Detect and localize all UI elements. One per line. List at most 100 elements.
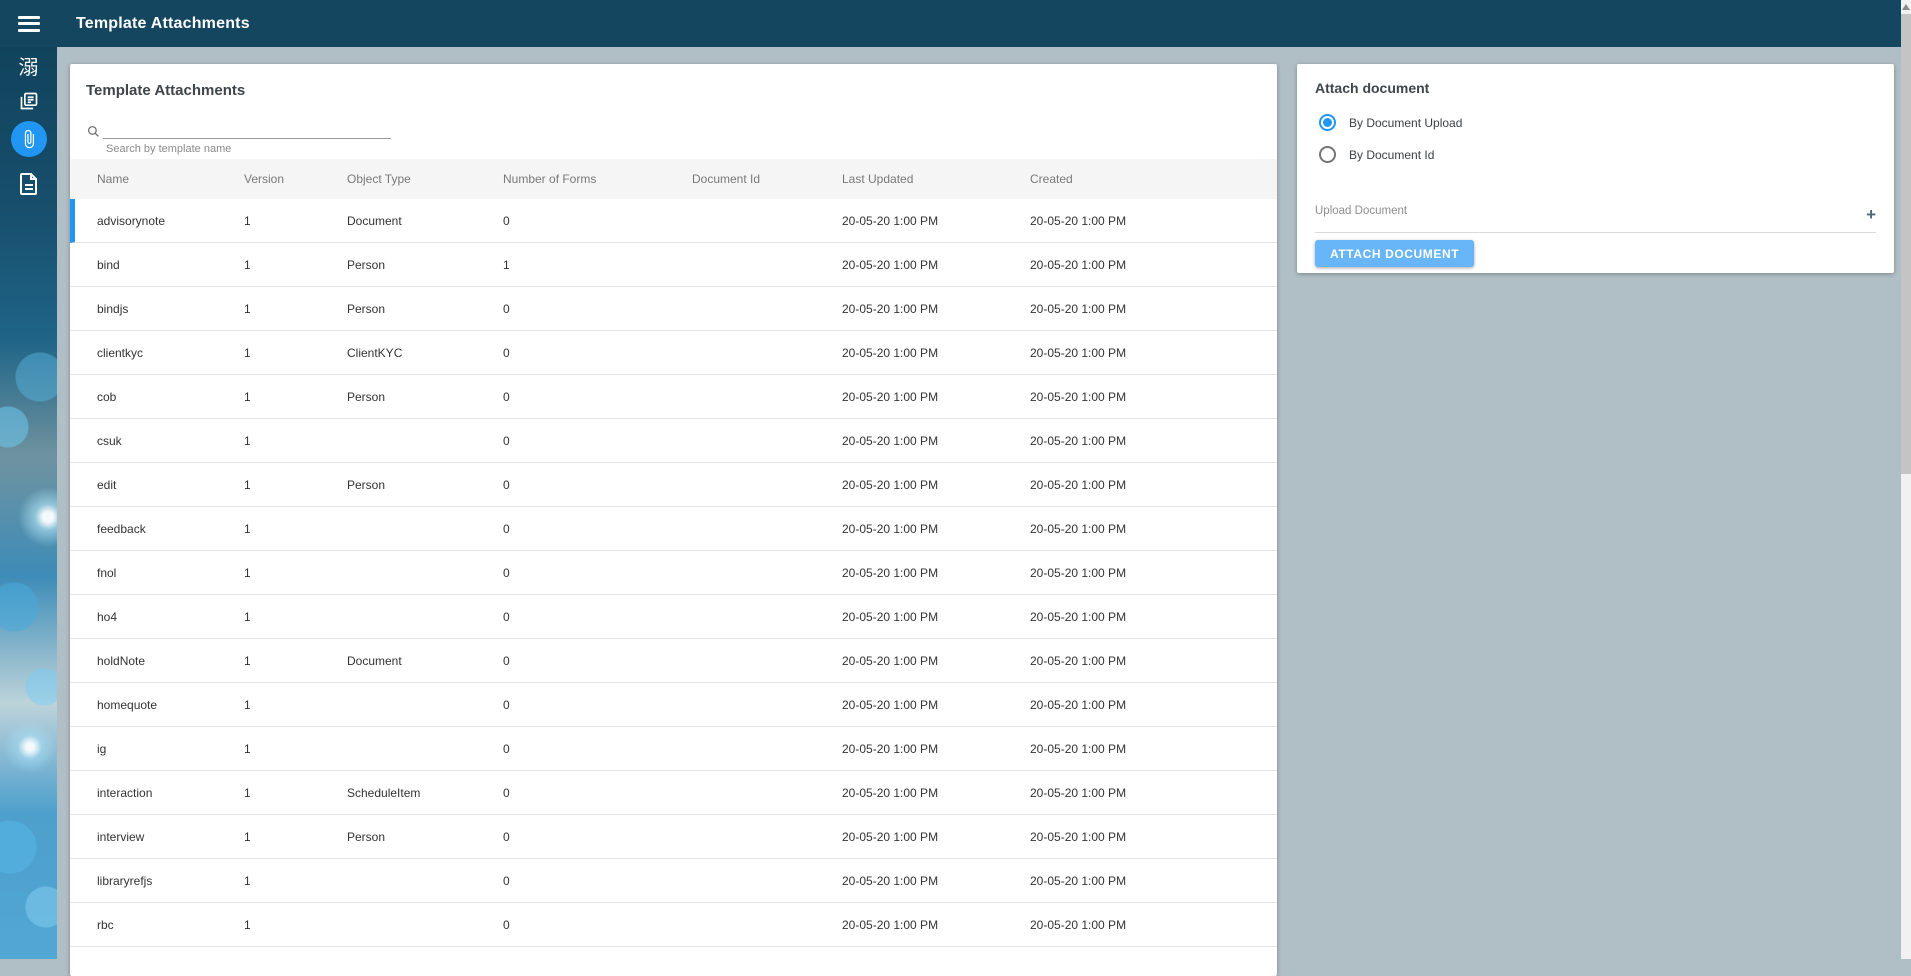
cell-name: interaction <box>97 786 244 800</box>
cell-created: 20-05-20 1:00 PM <box>1030 390 1261 404</box>
sidebar: 溺 <box>0 47 57 959</box>
cell-version: 1 <box>244 654 347 668</box>
cell-created: 20-05-20 1:00 PM <box>1030 830 1261 844</box>
cell-created: 20-05-20 1:00 PM <box>1030 566 1261 580</box>
cell-version: 1 <box>244 214 347 228</box>
cell-version: 1 <box>244 698 347 712</box>
cell-last-updated: 20-05-20 1:00 PM <box>842 258 1030 272</box>
cell-version: 1 <box>244 874 347 888</box>
cell-number-of-forms: 0 <box>503 830 692 844</box>
logo-glyph-icon[interactable]: 溺 <box>0 58 57 78</box>
cell-created: 20-05-20 1:00 PM <box>1030 786 1261 800</box>
attach-panel-title: Attach document <box>1297 64 1894 96</box>
search-placeholder-label: Search by template name <box>106 143 231 155</box>
cell-name: csuk <box>97 434 244 448</box>
cell-created: 20-05-20 1:00 PM <box>1030 522 1261 536</box>
cell-last-updated: 20-05-20 1:00 PM <box>842 566 1030 580</box>
table-row[interactable]: holdNote 1 Document 0 20-05-20 1:00 PM 2… <box>70 639 1277 683</box>
page-title: Template Attachments <box>76 15 250 33</box>
search-block: Search by template name <box>86 107 1261 159</box>
cell-name: fnol <box>97 566 244 580</box>
col-header-name[interactable]: Name <box>97 172 244 186</box>
col-header-last-updated[interactable]: Last Updated <box>842 172 1030 186</box>
add-file-icon[interactable]: + <box>1866 206 1876 223</box>
library-books-icon[interactable] <box>0 91 57 111</box>
logo-glyph-text: 溺 <box>19 58 39 78</box>
table-row[interactable]: libraryrefjs 1 0 20-05-20 1:00 PM 20-05-… <box>70 859 1277 903</box>
cell-name: bindjs <box>97 302 244 316</box>
table-row[interactable]: clientkyc 1 ClientKYC 0 20-05-20 1:00 PM… <box>70 331 1277 375</box>
cell-name: ho4 <box>97 610 244 624</box>
cell-name: feedback <box>97 522 244 536</box>
col-header-version[interactable]: Version <box>244 172 347 186</box>
cell-number-of-forms: 0 <box>503 698 692 712</box>
cell-number-of-forms: 0 <box>503 346 692 360</box>
cell-object-type: Person <box>347 830 503 844</box>
search-input[interactable] <box>103 117 391 138</box>
cell-number-of-forms: 0 <box>503 522 692 536</box>
document-icon[interactable] <box>0 173 57 195</box>
menu-icon[interactable] <box>18 16 40 32</box>
table-row[interactable]: bind 1 Person 1 20-05-20 1:00 PM 20-05-2… <box>70 243 1277 287</box>
vertical-scrollbar[interactable] <box>1901 0 1911 959</box>
cell-object-type: Person <box>347 258 503 272</box>
table-row[interactable]: advisorynote 1 Document 0 20-05-20 1:00 … <box>70 199 1277 243</box>
cell-version: 1 <box>244 390 347 404</box>
table-row[interactable]: edit 1 Person 0 20-05-20 1:00 PM 20-05-2… <box>70 463 1277 507</box>
cell-number-of-forms: 0 <box>503 786 692 800</box>
table-row[interactable]: interaction 1 ScheduleItem 0 20-05-20 1:… <box>70 771 1277 815</box>
table-header-row: Name Version Object Type Number of Forms… <box>70 159 1277 199</box>
upload-document-field[interactable]: Upload Document + <box>1315 205 1876 233</box>
cell-name: ig <box>97 742 244 756</box>
app-header: Template Attachments <box>0 0 1901 47</box>
search-icon <box>87 125 100 138</box>
upload-document-label: Upload Document <box>1315 205 1876 217</box>
cell-created: 20-05-20 1:00 PM <box>1030 346 1261 360</box>
cell-last-updated: 20-05-20 1:00 PM <box>842 346 1030 360</box>
cell-version: 1 <box>244 786 347 800</box>
table-row[interactable]: fnol 1 0 20-05-20 1:00 PM 20-05-20 1:00 … <box>70 551 1277 595</box>
sidebar-item-attachments[interactable] <box>0 121 57 157</box>
attach-document-panel: Attach document By Document Upload By Do… <box>1297 64 1894 273</box>
cell-number-of-forms: 0 <box>503 390 692 404</box>
cell-object-type: ScheduleItem <box>347 786 503 800</box>
table-row[interactable]: bindjs 1 Person 0 20-05-20 1:00 PM 20-05… <box>70 287 1277 331</box>
cell-last-updated: 20-05-20 1:00 PM <box>842 742 1030 756</box>
cell-name: edit <box>97 478 244 492</box>
cell-version: 1 <box>244 346 347 360</box>
col-header-document-id[interactable]: Document Id <box>692 172 842 186</box>
cell-last-updated: 20-05-20 1:00 PM <box>842 786 1030 800</box>
cell-name: cob <box>97 390 244 404</box>
col-header-object-type[interactable]: Object Type <box>347 172 503 186</box>
table-row[interactable]: ig 1 0 20-05-20 1:00 PM 20-05-20 1:00 PM <box>70 727 1277 771</box>
table-row[interactable]: feedback 1 0 20-05-20 1:00 PM 20-05-20 1… <box>70 507 1277 551</box>
cell-version: 1 <box>244 522 347 536</box>
table-row[interactable]: ho4 1 0 20-05-20 1:00 PM 20-05-20 1:00 P… <box>70 595 1277 639</box>
table-row[interactable]: rbc 1 0 20-05-20 1:00 PM 20-05-20 1:00 P… <box>70 903 1277 947</box>
cell-object-type: Person <box>347 390 503 404</box>
table-row[interactable]: interview 1 Person 0 20-05-20 1:00 PM 20… <box>70 815 1277 859</box>
table-row[interactable]: csuk 1 0 20-05-20 1:00 PM 20-05-20 1:00 … <box>70 419 1277 463</box>
col-header-number-of-forms[interactable]: Number of Forms <box>503 172 692 186</box>
col-header-created[interactable]: Created <box>1030 172 1261 186</box>
attach-document-button[interactable]: ATTACH DOCUMENT <box>1315 240 1474 267</box>
upload-underline <box>1315 232 1876 233</box>
radio-by-document-upload[interactable]: By Document Upload <box>1319 114 1894 131</box>
cell-created: 20-05-20 1:00 PM <box>1030 918 1261 932</box>
radio-by-document-id[interactable]: By Document Id <box>1319 146 1894 163</box>
cell-last-updated: 20-05-20 1:00 PM <box>842 654 1030 668</box>
table-row[interactable]: homequote 1 0 20-05-20 1:00 PM 20-05-20 … <box>70 683 1277 727</box>
cell-created: 20-05-20 1:00 PM <box>1030 434 1261 448</box>
cell-last-updated: 20-05-20 1:00 PM <box>842 302 1030 316</box>
cell-name: advisorynote <box>97 214 244 228</box>
cell-last-updated: 20-05-20 1:00 PM <box>842 830 1030 844</box>
cell-created: 20-05-20 1:00 PM <box>1030 214 1261 228</box>
cell-last-updated: 20-05-20 1:00 PM <box>842 610 1030 624</box>
cell-object-type: Document <box>347 654 503 668</box>
scroll-up-arrow-icon[interactable] <box>1902 4 1910 10</box>
radio-label: By Document Upload <box>1349 116 1462 130</box>
cell-number-of-forms: 0 <box>503 566 692 580</box>
table-row[interactable]: cob 1 Person 0 20-05-20 1:00 PM 20-05-20… <box>70 375 1277 419</box>
scrollbar-thumb[interactable] <box>1901 14 1911 474</box>
cell-version: 1 <box>244 434 347 448</box>
